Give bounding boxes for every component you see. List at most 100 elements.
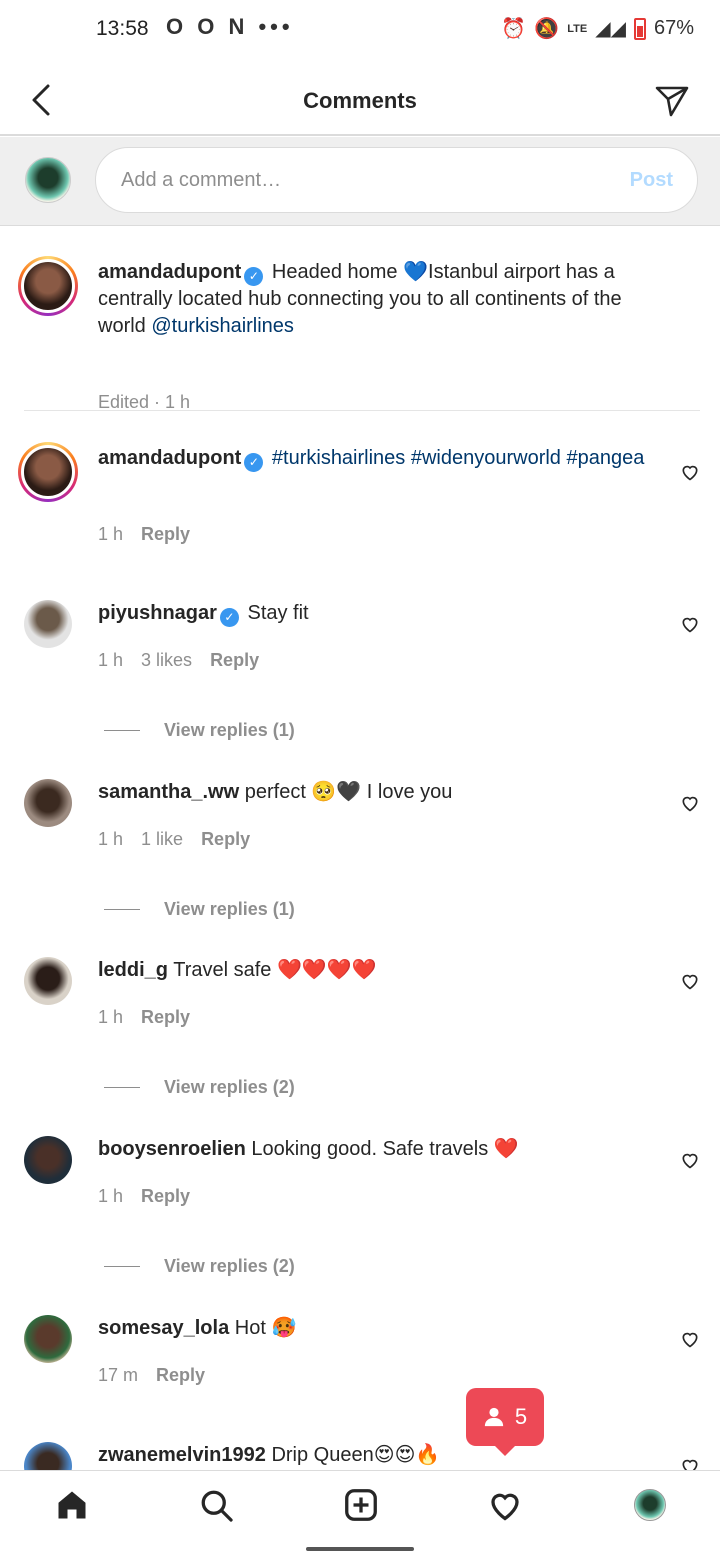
heart-outline-icon[interactable] — [680, 1456, 700, 1470]
view-replies-label: View replies (1) — [164, 720, 295, 740]
avatar[interactable] — [24, 779, 72, 827]
alarm-icon: ⏰ — [501, 18, 527, 40]
like-count[interactable]: 1 like — [141, 829, 183, 850]
view-replies-label: View replies (2) — [164, 1256, 295, 1276]
divider — [24, 410, 700, 411]
status-right: ⏰ 🔕 LTE ◢◢ 67% — [501, 16, 694, 41]
comment-body: Stay fit — [247, 602, 309, 624]
current-user-avatar — [25, 157, 71, 203]
comment-body: perfect 🥺🖤 I love you — [244, 781, 453, 803]
avatar[interactable] — [24, 1442, 72, 1470]
comment-meta: 1 h 1 like Reply — [98, 829, 250, 850]
notification-icons: O O N ••• — [166, 14, 294, 39]
comment-input-placeholder: Add a comment… — [121, 169, 282, 191]
username[interactable]: amandadupont — [98, 447, 241, 469]
avatar[interactable] — [18, 442, 78, 502]
comment-text: leddi_g Travel safe ❤️❤️❤️❤️ — [98, 957, 658, 984]
like-count[interactable]: 3 likes — [141, 650, 192, 671]
comment-meta: 17 m Reply — [98, 1365, 205, 1386]
verified-badge-icon: ✓ — [219, 608, 239, 627]
avatar[interactable] — [18, 256, 78, 316]
home-icon — [58, 1491, 86, 1519]
comment-body: Looking good. Safe travels ❤️ — [251, 1138, 519, 1160]
heart-outline-icon[interactable] — [680, 971, 700, 991]
view-replies-label: View replies (2) — [164, 1077, 295, 1097]
heart-outline-icon[interactable] — [680, 462, 700, 482]
view-replies-button[interactable]: View replies (1) — [104, 899, 295, 920]
comment-meta: 1 h Reply — [98, 1186, 190, 1207]
comment-input-bar: Add a comment… Post — [0, 137, 720, 226]
activity-notification-bubble[interactable]: 5 — [466, 1388, 544, 1456]
username[interactable]: piyushnagar — [98, 602, 217, 624]
view-replies-button[interactable]: View replies (2) — [104, 1256, 295, 1277]
nav-search[interactable] — [196, 1485, 236, 1525]
comment-time: 1 h — [98, 1007, 124, 1027]
username[interactable]: amandadupont — [98, 261, 241, 283]
comment-meta: 1 h Reply — [98, 524, 190, 545]
reply-button[interactable]: Reply — [210, 650, 259, 671]
comment-body: Travel safe ❤️❤️❤️❤️ — [173, 959, 377, 981]
comment-input[interactable]: Add a comment… Post — [95, 147, 698, 213]
comment-meta: 1 h Reply — [98, 1007, 190, 1028]
search-icon — [201, 1490, 233, 1522]
mention-link[interactable]: @turkishairlines — [151, 315, 294, 337]
reply-button[interactable]: Reply — [141, 1007, 190, 1028]
lte-label: LTE — [567, 22, 588, 35]
home-indicator — [306, 1547, 414, 1551]
comment-text: piyushnagar ✓ Stay fit — [98, 600, 658, 627]
comment-time: 1 h — [98, 524, 124, 544]
reply-button[interactable]: Reply — [156, 1365, 205, 1386]
paper-plane-icon — [655, 86, 689, 117]
post-button[interactable]: Post — [630, 169, 673, 192]
nav-home[interactable] — [52, 1485, 92, 1525]
mute-icon: 🔕 — [534, 18, 560, 40]
view-replies-label: View replies (1) — [164, 899, 295, 919]
comment-time: 1 h — [98, 1186, 124, 1206]
heart-outline-icon[interactable] — [680, 1150, 700, 1170]
nav-profile[interactable] — [630, 1485, 670, 1525]
battery-icon — [633, 17, 646, 40]
heart-outline-icon[interactable] — [680, 793, 700, 813]
nav-activity[interactable] — [485, 1485, 525, 1525]
username[interactable]: samantha_.ww — [98, 781, 239, 803]
battery-percent: 67% — [653, 17, 694, 39]
avatar[interactable] — [24, 600, 72, 648]
heart-outline-icon[interactable] — [680, 614, 700, 634]
view-replies-button[interactable]: View replies (1) — [104, 720, 295, 741]
comment-body: Drip Queen😍😍🔥 — [271, 1444, 441, 1466]
comment-text: somesay_lola Hot 🥵 — [98, 1315, 658, 1342]
header: Comments — [0, 60, 720, 136]
comments-list: amandadupont ✓ Headed home 💙Istanbul airp… — [0, 226, 720, 1470]
person-icon — [484, 1407, 504, 1427]
username[interactable]: booysenroelien — [98, 1138, 246, 1160]
profile-avatar — [634, 1489, 666, 1521]
comment-body: Hot 🥵 — [234, 1317, 297, 1339]
view-replies-button[interactable]: View replies (2) — [104, 1077, 295, 1098]
reply-button[interactable]: Reply — [141, 1186, 190, 1207]
status-time: 13:58 — [96, 17, 149, 40]
username[interactable]: zwanemelvin1992 — [98, 1444, 266, 1466]
hashtag-links[interactable]: #turkishairlines #widenyourworld #pangea — [272, 447, 644, 469]
avatar[interactable] — [24, 1136, 72, 1184]
username[interactable]: somesay_lola — [98, 1317, 229, 1339]
bottom-navigation — [0, 1470, 720, 1538]
comment-meta: 1 h 3 likes Reply — [98, 650, 259, 671]
plus-square-icon — [345, 1489, 377, 1521]
comment-time: 17 m — [98, 1365, 139, 1385]
page-title: Comments — [303, 88, 417, 113]
avatar[interactable] — [24, 1315, 72, 1363]
username[interactable]: leddi_g — [98, 959, 168, 981]
comment-text: samantha_.ww perfect 🥺🖤 I love you — [98, 779, 658, 806]
heart-outline-icon[interactable] — [680, 1329, 700, 1349]
signal-icon: ◢◢ — [595, 18, 626, 40]
verified-badge-icon: ✓ — [244, 453, 264, 472]
caption-text: amandadupont ✓ Headed home 💙Istanbul airp… — [98, 259, 658, 340]
reply-button[interactable]: Reply — [141, 524, 190, 545]
nav-create[interactable] — [341, 1485, 381, 1525]
comment-text: zwanemelvin1992 Drip Queen😍😍🔥 — [98, 1442, 658, 1469]
avatar[interactable] — [24, 957, 72, 1005]
comment-text: booysenroelien Looking good. Safe travel… — [98, 1136, 658, 1163]
status-bar: 13:58 O O N ••• ⏰ 🔕 LTE ◢◢ 67% — [0, 0, 720, 60]
share-button[interactable] — [654, 82, 690, 118]
reply-button[interactable]: Reply — [201, 829, 250, 850]
